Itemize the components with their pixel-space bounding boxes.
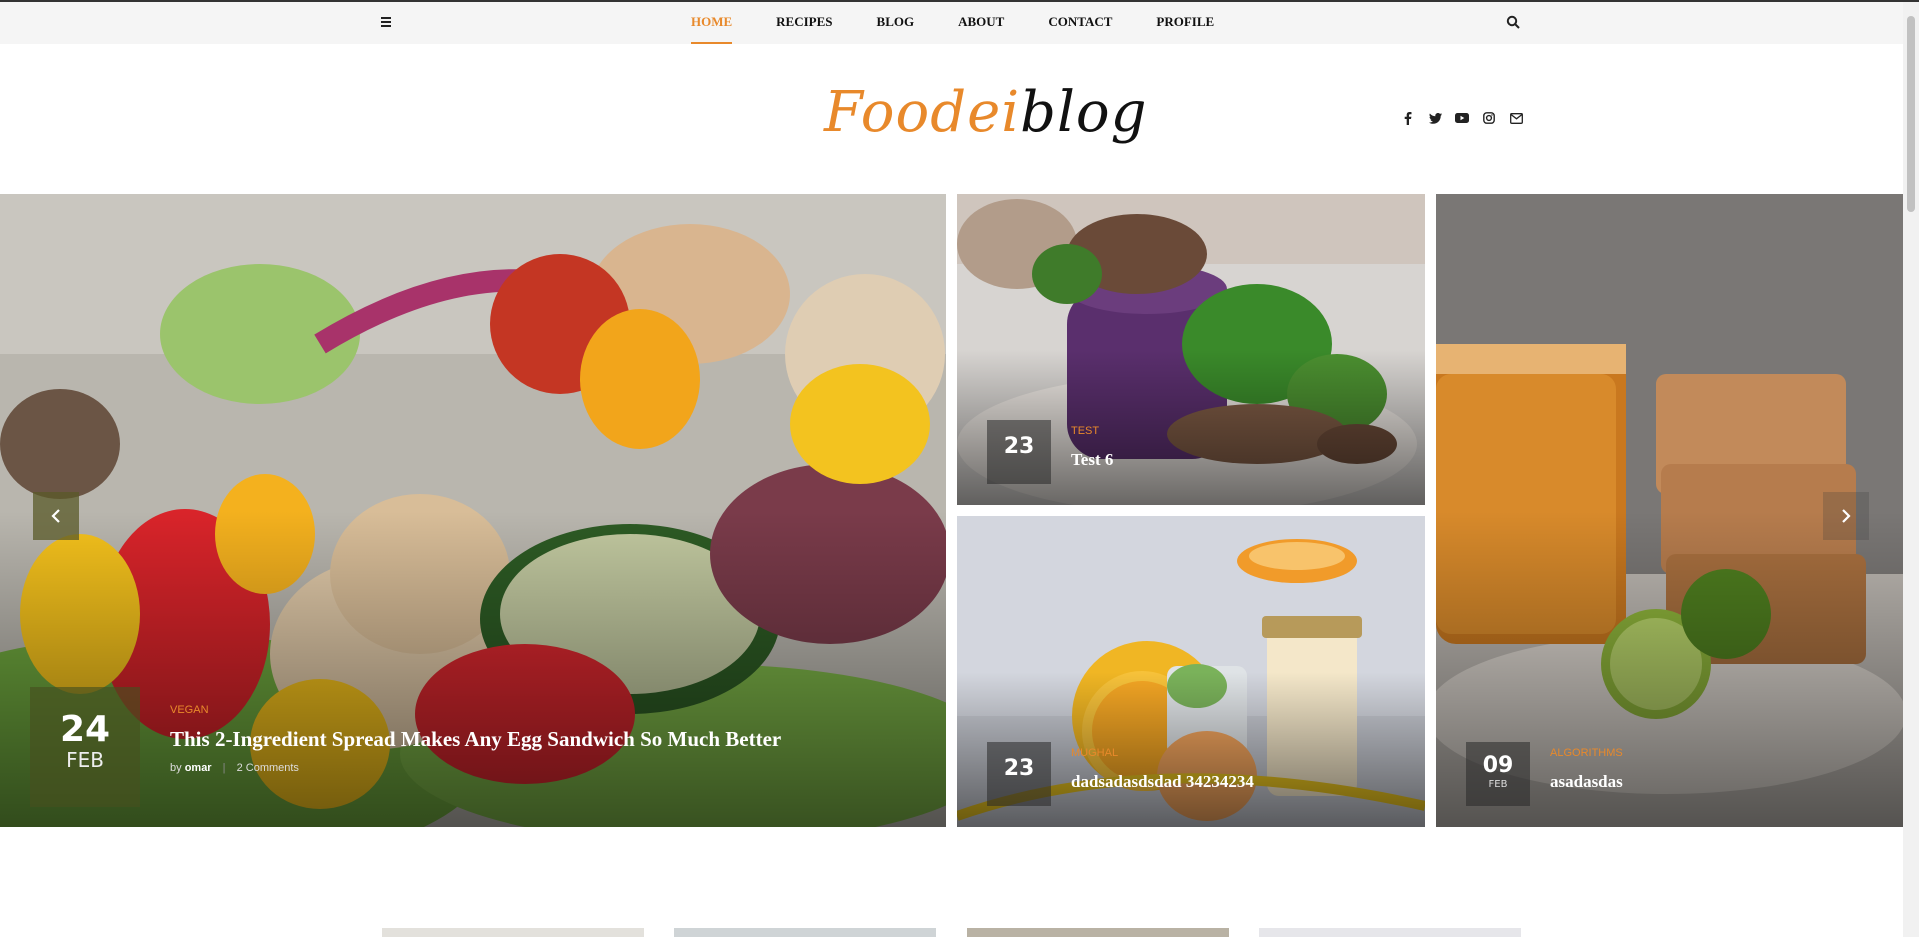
post-2-date-box: 23 [987, 742, 1051, 806]
page-scrollbar[interactable] [1903, 2, 1919, 937]
top-navbar: HOME RECIPES BLOG ABOUT CONTACT PROFILE [0, 2, 1903, 44]
site-logo[interactable]: Foodeiblog [824, 80, 1147, 145]
instagram-icon[interactable] [1481, 110, 1497, 126]
featured-day: 24 [59, 709, 111, 750]
nav-home[interactable]: HOME [691, 2, 733, 44]
featured-date-box: 24 FEB [30, 687, 140, 807]
nav-profile[interactable]: PROFILE [1156, 2, 1214, 44]
twitter-icon[interactable] [1427, 110, 1443, 126]
recent-post-card-1[interactable] [382, 928, 644, 937]
post-1-title[interactable]: Test 6 [1071, 450, 1113, 470]
post-3-category[interactable]: ALGORITHMS [1550, 747, 1623, 759]
chevron-right-icon [1842, 509, 1851, 523]
recent-post-card-2[interactable] [674, 928, 936, 937]
post-2-category[interactable]: MUGHAL [1071, 747, 1118, 759]
logo-part-1: Foodei [824, 80, 1021, 145]
post-card-3[interactable]: 09 FEB ALGORITHMS asadasdas [1436, 194, 1903, 827]
featured-shade [0, 510, 946, 827]
nav-blog[interactable]: BLOG [877, 2, 915, 44]
featured-meta: by omar | 2 Comments [170, 762, 299, 774]
post-card-2[interactable]: 23 MUGHAL dadsadasdsdad 34234234 [957, 516, 1425, 827]
author-link[interactable]: omar [185, 762, 212, 774]
recent-post-card-3[interactable] [967, 928, 1229, 937]
post-1-day: 23 [1003, 434, 1035, 459]
social-links [1400, 110, 1524, 126]
scrollbar-thumb[interactable] [1907, 16, 1915, 212]
post-1-category[interactable]: TEST [1071, 425, 1099, 437]
post-3-date-box: 09 FEB [1466, 742, 1530, 806]
meta-separator: | [222, 762, 226, 774]
featured-title[interactable]: This 2-Ingredient Spread Makes Any Egg S… [170, 726, 781, 752]
nav-about[interactable]: ABOUT [958, 2, 1004, 44]
nav-recipes[interactable]: RECIPES [776, 2, 832, 44]
post-3-day: 09 [1482, 753, 1514, 778]
post-1-date-box: 23 [987, 420, 1051, 484]
hamburger-icon[interactable] [381, 15, 395, 29]
post-card-1[interactable]: 23 TEST Test 6 [957, 194, 1425, 505]
recent-post-card-4[interactable] [1259, 928, 1521, 937]
logo-part-2: blog [1020, 80, 1148, 145]
facebook-icon[interactable] [1400, 110, 1416, 126]
slider-prev-button[interactable] [33, 492, 79, 540]
slider-next-button[interactable] [1823, 492, 1869, 540]
chevron-left-icon [51, 509, 60, 523]
post-3-month: FEB [1488, 779, 1508, 790]
main-nav: HOME RECIPES BLOG ABOUT CONTACT PROFILE [691, 2, 1258, 44]
featured-month: FEB [66, 748, 104, 772]
search-icon[interactable] [1506, 15, 1522, 31]
youtube-icon[interactable] [1454, 110, 1470, 126]
author-prefix: by [170, 762, 182, 774]
featured-slide[interactable]: 24 FEB VEGAN This 2-Ingredient Spread Ma… [0, 194, 946, 827]
mail-icon[interactable] [1508, 110, 1524, 126]
post-2-day: 23 [1003, 756, 1035, 781]
comments-link[interactable]: 2 Comments [237, 762, 299, 774]
featured-category[interactable]: VEGAN [170, 704, 209, 716]
post-3-title[interactable]: asadasdas [1550, 772, 1623, 792]
post-2-title[interactable]: dadsadasdsdad 34234234 [1071, 772, 1254, 792]
nav-contact[interactable]: CONTACT [1048, 2, 1112, 44]
